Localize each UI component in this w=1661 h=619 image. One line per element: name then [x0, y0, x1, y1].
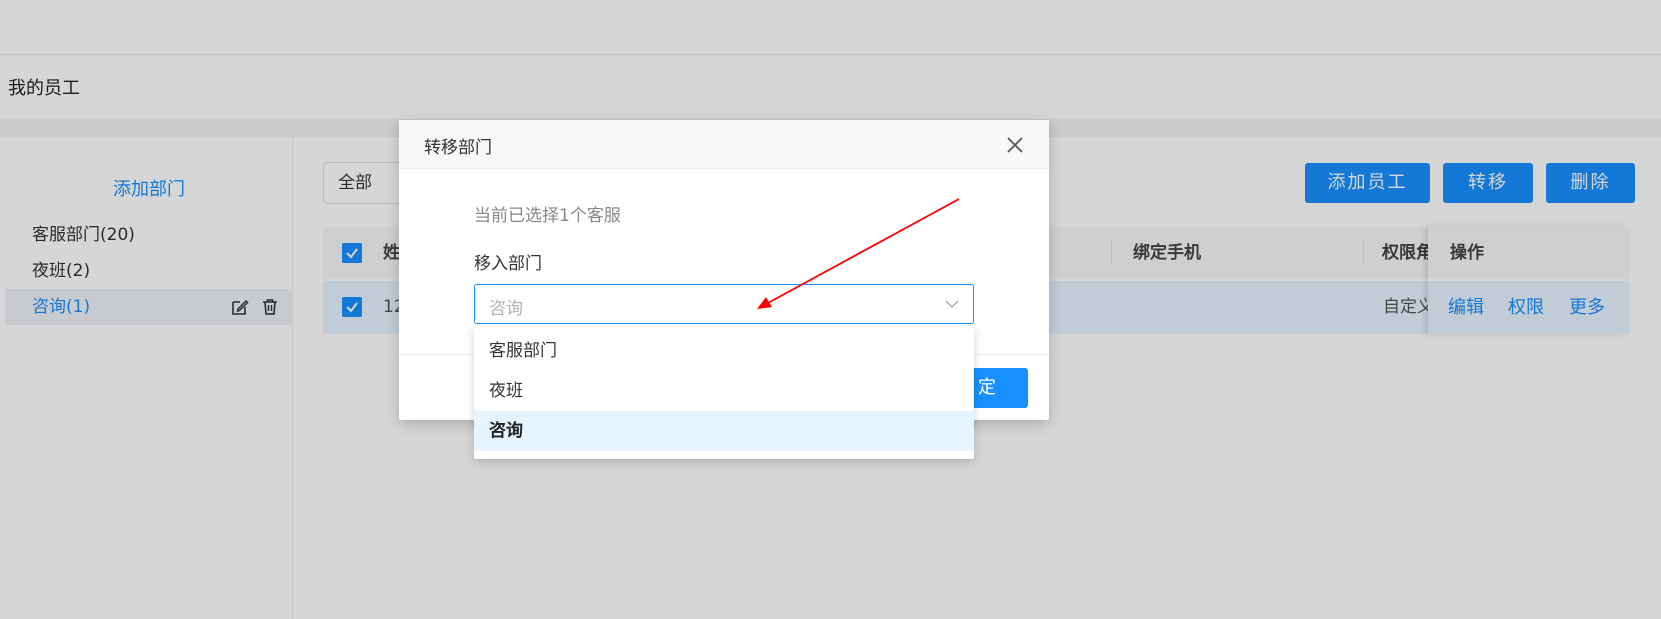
chevron-down-icon	[945, 300, 959, 308]
target-department-select[interactable]: 咨询	[474, 284, 974, 324]
dropdown-option-customer-service[interactable]: 客服部门	[474, 331, 974, 371]
dropdown-option-night-shift[interactable]: 夜班	[474, 371, 974, 411]
dialog-header: 转移部门	[399, 120, 1049, 169]
dropdown-option-consulting[interactable]: 咨询	[474, 411, 974, 451]
close-icon[interactable]	[1005, 135, 1025, 155]
selection-hint: 当前已选择1个客服	[474, 206, 621, 226]
select-value: 咨询	[489, 299, 523, 319]
dialog-title: 转移部门	[424, 138, 492, 158]
target-department-label: 移入部门	[474, 254, 542, 274]
department-dropdown-menu: 客服部门 夜班 咨询	[474, 327, 974, 459]
